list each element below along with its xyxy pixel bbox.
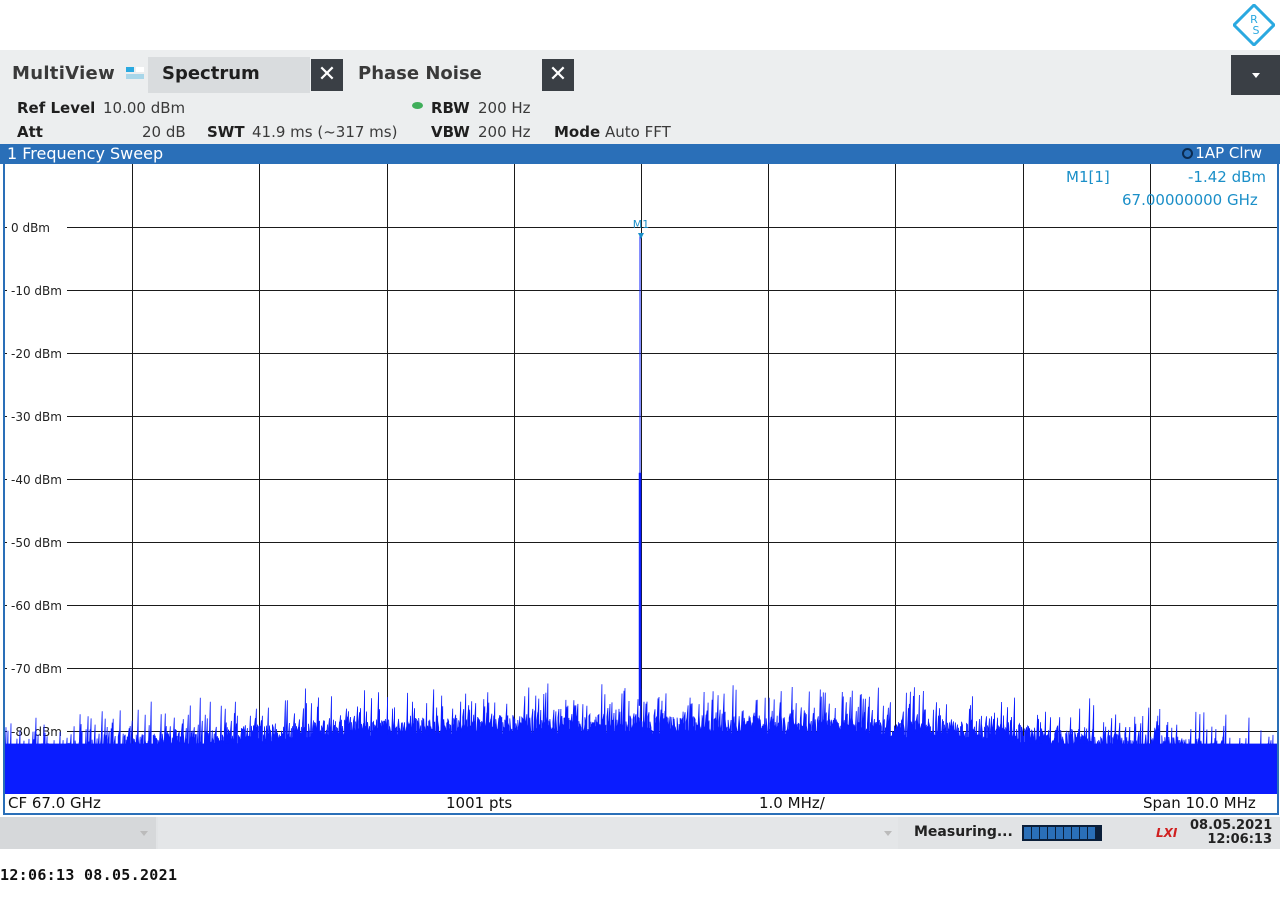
y-tick-label: -70 dBm: [11, 662, 62, 676]
center-frequency[interactable]: CF 67.0 GHz: [8, 794, 101, 812]
frequency-span[interactable]: Span 10.0 MHz: [1143, 794, 1256, 812]
y-tick-label: -60 dBm: [11, 599, 62, 613]
lxi-icon: LXI: [1156, 826, 1178, 840]
settings-panel: Ref Level 10.00 dBm Att 20 dB SWT 41.9 m…: [0, 96, 1280, 144]
progress-bar: [1022, 825, 1102, 841]
svg-text:S: S: [1253, 24, 1260, 37]
rs-logo-icon: R S: [1233, 4, 1275, 46]
multiview-layout-icon[interactable]: [126, 67, 144, 79]
window-title: 1 Frequency Sweep: [7, 144, 164, 163]
att-value[interactable]: 20 dB: [142, 123, 186, 141]
measuring-status: Measuring...: [914, 824, 1013, 840]
rbw-label: RBW: [431, 99, 470, 117]
trace-dot-icon: [1182, 148, 1194, 159]
close-phase-noise-icon[interactable]: ✕: [542, 59, 574, 91]
close-spectrum-icon[interactable]: ✕: [311, 59, 343, 91]
status-date: 08.05.2021: [1190, 818, 1273, 833]
y-tick-label: -80 dBm: [11, 725, 62, 739]
status-bar: Measuring... LXI 08.05.2021 12:06:13: [0, 817, 1280, 849]
att-label: Att: [17, 123, 43, 141]
y-tick-label: -10 dBm: [11, 284, 62, 298]
spectrum-diagram[interactable]: 0 dBm -10 dBm -20 dBm -30 dBm -40 dBm -50 dBm…: [3, 164, 1279, 815]
sweep-points[interactable]: 1001 pts: [446, 794, 512, 812]
y-tick-label: -50 dBm: [11, 536, 62, 550]
marker-frequency: 67.00000000 GHz: [1122, 191, 1258, 209]
marker-m1[interactable]: M1: [633, 218, 650, 239]
window-title-bar[interactable]: 1 Frequency Sweep 1AP Clrw: [0, 144, 1280, 164]
status-field-2[interactable]: [158, 817, 898, 849]
status-time: 12:06:13: [1207, 832, 1272, 847]
analyzer-screen: R S MultiView Spectrum ✕ Phase Noise ✕ R…: [0, 0, 1280, 900]
ref-level-label: Ref Level: [17, 99, 96, 117]
status-field-1[interactable]: [0, 817, 156, 849]
rbw-status-led-icon: [412, 102, 423, 109]
vbw-value[interactable]: 200 Hz: [478, 123, 531, 141]
y-tick-label: -30 dBm: [11, 410, 62, 424]
mode-value[interactable]: Auto FFT: [605, 123, 671, 141]
trace-label: 1AP Clrw: [1195, 144, 1262, 162]
swt-value[interactable]: 41.9 ms (~317 ms): [252, 123, 397, 141]
vbw-label: VBW: [431, 123, 470, 141]
menu-dropdown-button[interactable]: [1231, 55, 1280, 95]
y-tick-label: -20 dBm: [11, 347, 62, 361]
swt-label: SWT: [207, 123, 245, 141]
chevron-down-icon: [1252, 73, 1260, 78]
tab-phase-noise[interactable]: Phase Noise: [358, 63, 482, 84]
y-axis-labels: 0 dBm -10 dBm -20 dBm -30 dBm -40 dBm -50 dBm…: [7, 220, 67, 739]
status-datetime: 08.05.2021 12:06:13: [1190, 819, 1272, 847]
rbw-value[interactable]: 200 Hz: [478, 99, 531, 117]
chevron-down-icon: [140, 831, 148, 836]
tab-multiview[interactable]: MultiView: [12, 63, 115, 84]
tab-spectrum[interactable]: Spectrum: [148, 57, 310, 93]
marker-level: -1.42 dBm: [1188, 168, 1267, 186]
chevron-down-icon: [884, 831, 892, 836]
screenshot-timestamp: 12:06:13 08.05.2021: [0, 866, 178, 884]
spectrum-plot[interactable]: 0 dBm -10 dBm -20 dBm -30 dBm -40 dBm -50 dBm…: [5, 164, 1277, 794]
marker-name: M1[1]: [1066, 168, 1110, 186]
ref-level-value[interactable]: 10.00 dBm: [103, 99, 185, 117]
marker-triangle-icon[interactable]: [638, 232, 644, 239]
y-tick-label: -40 dBm: [11, 473, 62, 487]
trace-noise-fill: [5, 743, 1277, 794]
mode-label: Mode: [554, 123, 601, 141]
diagram-footer: CF 67.0 GHz 1001 pts 1.0 MHz/ Span 10.0 …: [5, 794, 1277, 813]
tab-spectrum-label: Spectrum: [162, 63, 260, 84]
y-tick-label: 0 dBm: [11, 221, 50, 235]
trace-indicator[interactable]: 1AP Clrw: [1182, 144, 1262, 162]
tab-bar: MultiView Spectrum ✕ Phase Noise ✕: [0, 50, 1280, 96]
marker-plot-label: M1: [633, 218, 650, 231]
frequency-per-division: 1.0 MHz/: [759, 794, 825, 812]
